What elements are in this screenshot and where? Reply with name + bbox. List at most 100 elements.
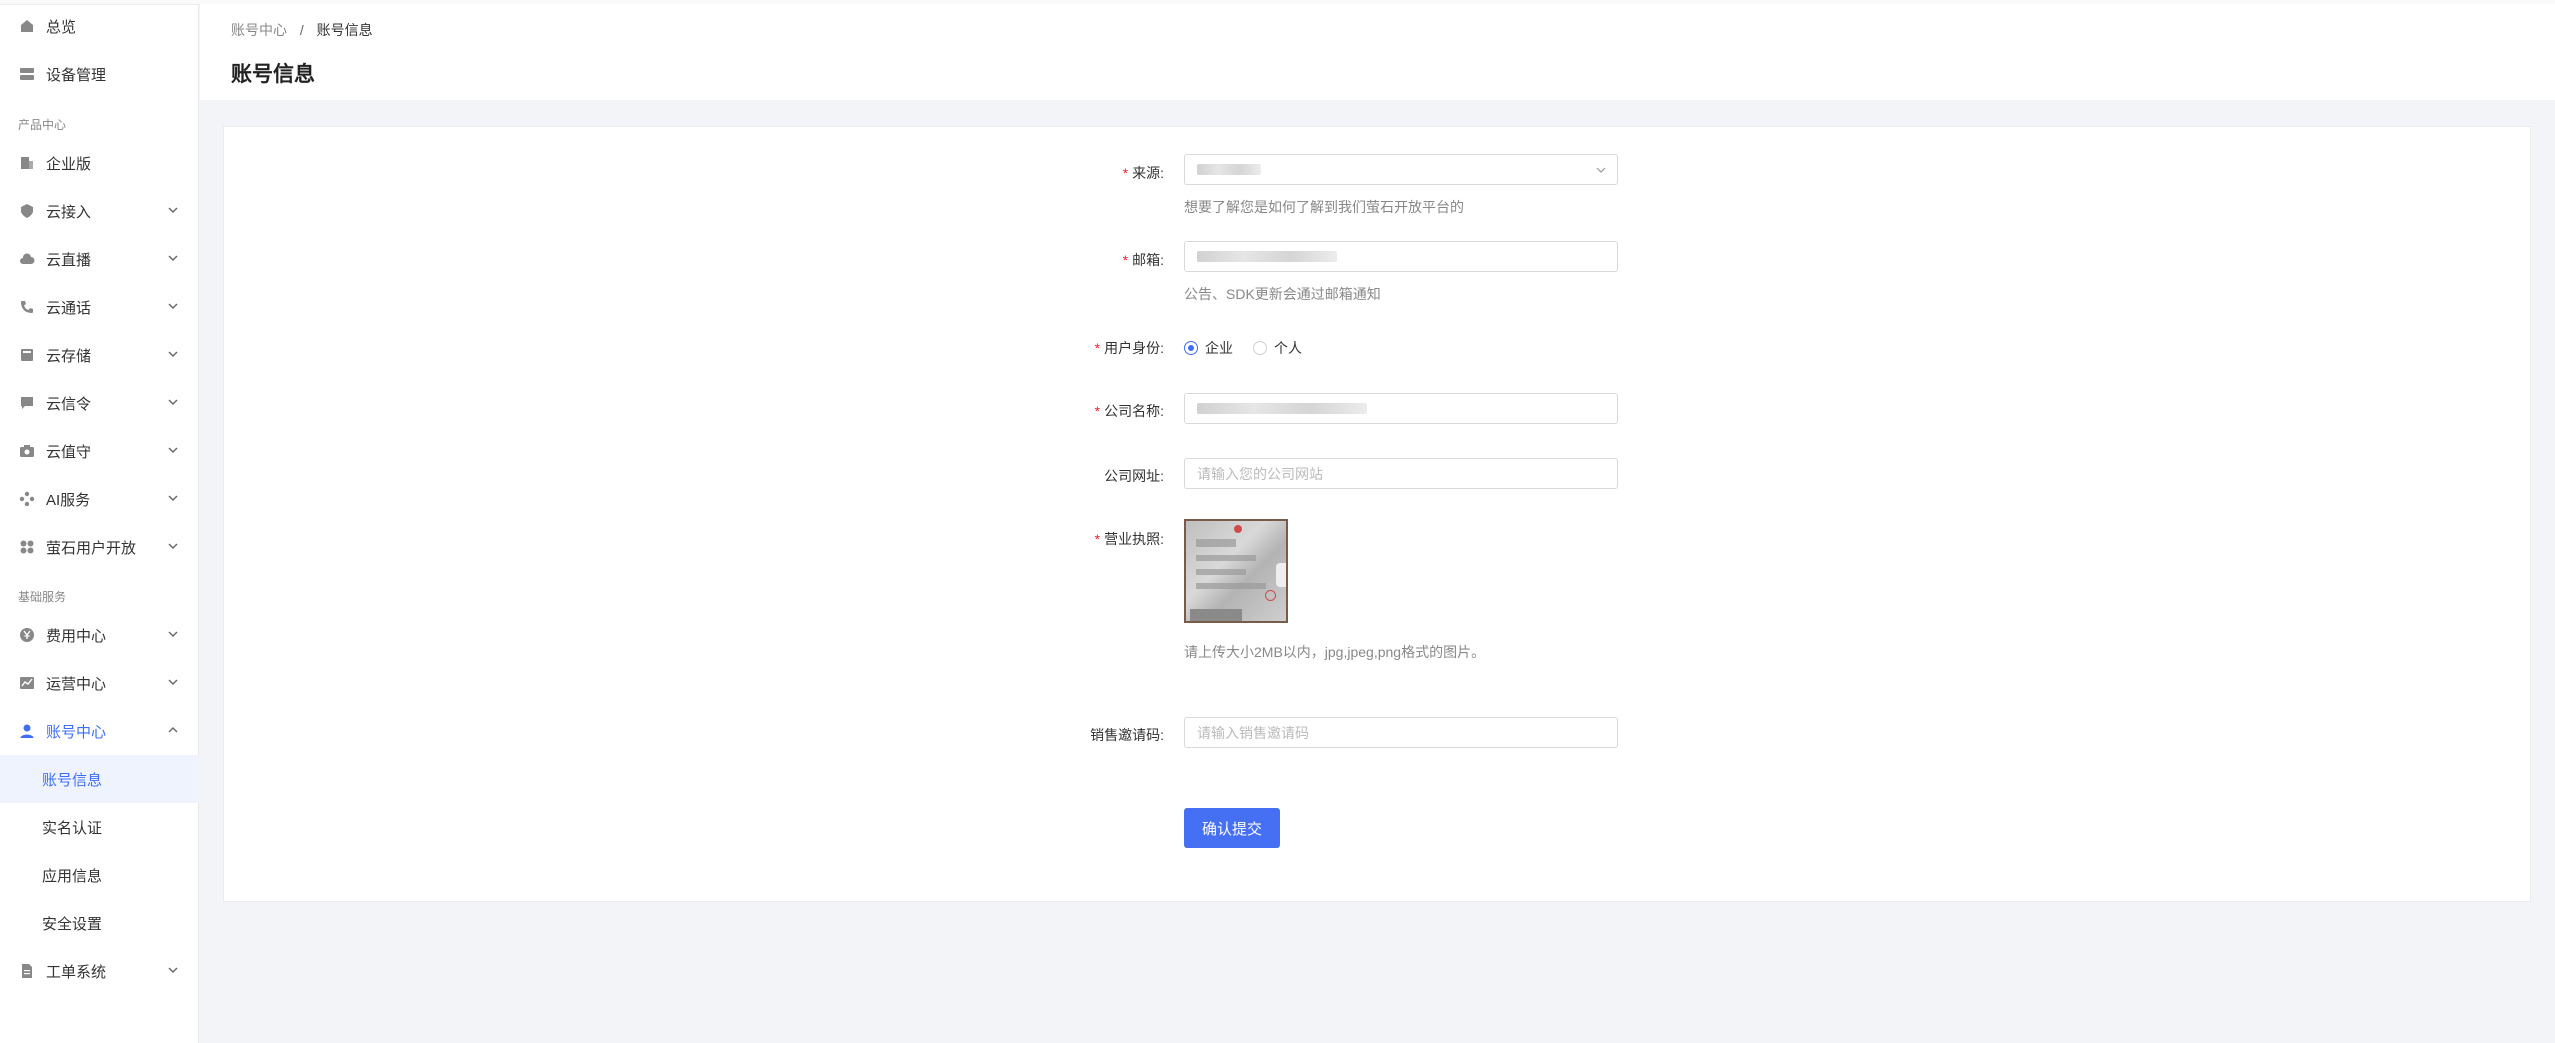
chevron-down-icon <box>168 351 178 357</box>
sidebar-subitem-label: 实名认证 <box>42 819 103 837</box>
sidebar-item-enterprise[interactable]: 企业版 <box>0 139 199 187</box>
sidebar-item-label: 总览 <box>46 18 77 36</box>
sidebar-item-label: 云值守 <box>46 443 92 461</box>
sidebar-item-label: 工单系统 <box>46 963 107 981</box>
sidebar-item-ticket[interactable]: 工单系统 <box>0 947 199 995</box>
invite-code-field[interactable]: 请输入销售邀请码 <box>1184 717 1618 748</box>
email-hint: 公告、SDK更新会通过邮箱通知 <box>1184 286 1381 302</box>
section-label-basic: 基础服务 <box>18 590 67 604</box>
sidebar-item-label: 账号中心 <box>46 723 107 741</box>
identity-radio-group: 企业 个人 <box>1184 338 1302 358</box>
sidebar-item-billing[interactable]: 费用中心 <box>0 611 199 659</box>
chevron-down-icon <box>168 255 178 261</box>
source-label: * 来源: <box>1122 165 1164 181</box>
required-mark: * <box>1094 340 1101 356</box>
sidebar-subitem-label: 安全设置 <box>42 915 103 933</box>
identity-radio-enterprise[interactable]: 企业 <box>1184 338 1233 358</box>
sidebar-item-cloud-storage[interactable]: 云存储 <box>0 331 199 379</box>
sidebar-subitem-verification[interactable]: 实名认证 <box>0 803 199 851</box>
sidebar-item-overview[interactable]: 总览 <box>0 2 199 50</box>
identity-label: * 用户身份: <box>1094 340 1164 356</box>
company-name-field[interactable] <box>1184 393 1618 424</box>
shield-icon <box>18 202 36 220</box>
license-upload[interactable] <box>1184 519 1288 623</box>
section-label-product: 产品中心 <box>18 118 67 132</box>
submit-button[interactable]: 确认提交 <box>1184 808 1280 848</box>
user-icon <box>18 722 36 740</box>
license-image[interactable] <box>1184 519 1288 623</box>
home-icon <box>18 17 36 35</box>
sidebar-item-label: 云信令 <box>46 395 92 413</box>
sidebar-subitem-label: 应用信息 <box>42 867 103 885</box>
page-title: 账号信息 <box>231 63 315 86</box>
required-mark: * <box>1094 403 1101 419</box>
ai-icon <box>18 490 36 508</box>
required-mark: * <box>1122 252 1129 268</box>
sidebar-item-cloud-access[interactable]: 云接入 <box>0 187 199 235</box>
required-mark: * <box>1094 531 1101 547</box>
phone-icon <box>18 298 36 316</box>
cloud-icon <box>18 250 36 268</box>
sidebar-subitem-account-info[interactable]: 账号信息 <box>0 755 199 803</box>
sidebar-item-cloud-guard[interactable]: 云值守 <box>0 427 199 475</box>
required-mark: * <box>1122 165 1129 181</box>
sidebar-item-label: 企业版 <box>46 155 92 173</box>
sidebar-item-label: 设备管理 <box>46 66 107 84</box>
sidebar-item-label: AI服务 <box>46 491 91 509</box>
breadcrumb-parent[interactable]: 账号中心 <box>231 22 287 38</box>
grid-icon <box>18 538 36 556</box>
account-form-card: * 来源: 想要了解您是如何了解到我们萤石开放平台的 * 邮箱: 公告、SDK更新会… <box>223 126 2531 902</box>
source-select[interactable] <box>1184 154 1618 185</box>
website-label: 公司网址: <box>1104 468 1164 484</box>
breadcrumb-separator: / <box>299 22 304 38</box>
sidebar-item-operations[interactable]: 运营中心 <box>0 659 199 707</box>
yen-icon <box>18 626 36 644</box>
source-hint: 想要了解您是如何了解到我们萤石开放平台的 <box>1184 199 1464 215</box>
sidebar-item-cloud-live[interactable]: 云直播 <box>0 235 199 283</box>
message-icon <box>18 394 36 412</box>
radio-unchecked-icon <box>1253 341 1267 355</box>
sidebar-item-cloud-call[interactable]: 云通话 <box>0 283 199 331</box>
chevron-down-icon <box>168 631 178 637</box>
sidebar-item-label: 云存储 <box>46 347 92 365</box>
ticket-icon <box>18 962 36 980</box>
chevron-up-icon <box>168 727 178 733</box>
sidebar-item-open-user[interactable]: 萤石用户开放 <box>0 523 199 571</box>
chevron-down-icon <box>168 495 178 501</box>
redacted-value <box>1197 403 1367 414</box>
sidebar-item-label: 运营中心 <box>46 675 107 693</box>
chevron-down-icon <box>168 207 178 213</box>
sidebar-subitem-label: 账号信息 <box>42 771 103 789</box>
company-label: * 公司名称: <box>1094 403 1164 419</box>
license-hint: 请上传大小2MB以内，jpg,jpeg,png格式的图片。 <box>1184 644 1486 660</box>
redacted-value <box>1197 251 1337 262</box>
chevron-down-icon <box>1596 167 1606 173</box>
sidebar-item-account[interactable]: 账号中心 <box>0 707 199 755</box>
chevron-down-icon <box>168 447 178 453</box>
sidebar-item-cloud-signal[interactable]: 云信令 <box>0 379 199 427</box>
identity-radio-personal[interactable]: 个人 <box>1253 338 1302 358</box>
license-label: * 营业执照: <box>1094 531 1164 547</box>
sidebar-item-label: 萤石用户开放 <box>46 539 137 557</box>
storage-icon <box>18 346 36 364</box>
camera-icon <box>18 442 36 460</box>
chevron-down-icon <box>168 399 178 405</box>
sidebar-item-label: 费用中心 <box>46 627 107 645</box>
email-label: * 邮箱: <box>1122 252 1164 268</box>
sidebar-item-ai[interactable]: AI服务 <box>0 475 199 523</box>
email-field[interactable] <box>1184 241 1618 272</box>
sidebar-item-label: 云直播 <box>46 251 92 269</box>
chart-icon <box>18 674 36 692</box>
breadcrumb: 账号中心 / 账号信息 <box>231 20 373 40</box>
website-field[interactable]: 请输入您的公司网站 <box>1184 458 1618 489</box>
page-header: 账号中心 / 账号信息 账号信息 <box>200 4 2555 100</box>
sidebar-item-device[interactable]: 设备管理 <box>0 50 199 98</box>
radio-checked-icon <box>1184 341 1198 355</box>
breadcrumb-current: 账号信息 <box>316 22 373 38</box>
sidebar-subitem-app-info[interactable]: 应用信息 <box>0 851 199 899</box>
chevron-down-icon <box>168 967 178 973</box>
chevron-down-icon <box>168 679 178 685</box>
sidebar-item-label: 云接入 <box>46 203 92 221</box>
invite-label: 销售邀请码: <box>1090 727 1164 743</box>
sidebar-subitem-security[interactable]: 安全设置 <box>0 899 199 947</box>
